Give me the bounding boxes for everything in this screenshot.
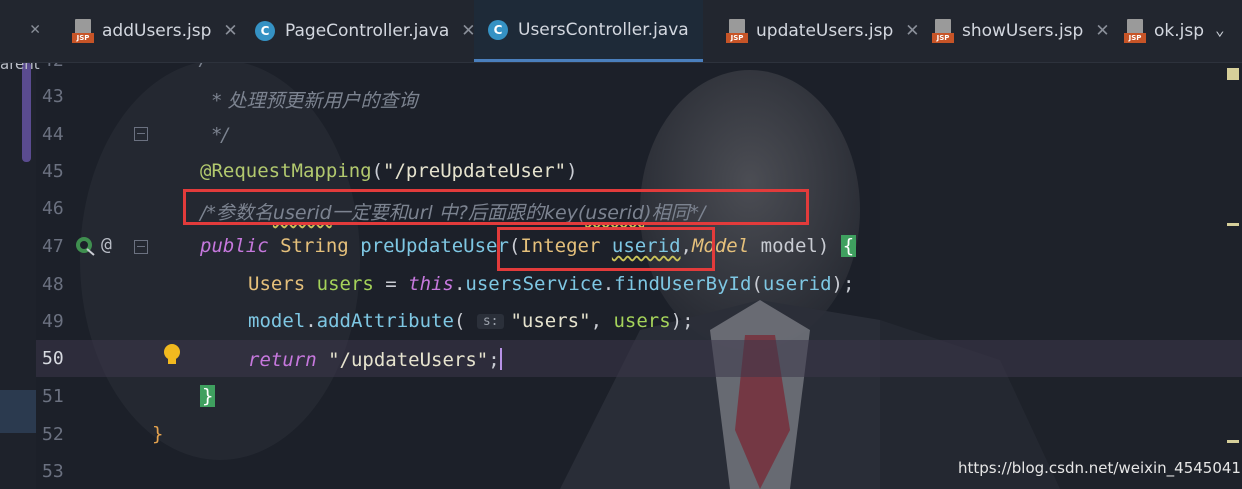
line-number: 53 (42, 461, 64, 482)
method-call: findUserById (614, 273, 752, 295)
code-line-43[interactable]: * 处理预更新用户的查询 (212, 86, 418, 113)
line-number: 49 (42, 311, 64, 332)
line-number: 46 (42, 198, 64, 219)
highlight-box-comment (183, 189, 809, 225)
fold-toggle-icon[interactable] (134, 127, 148, 141)
close-icon[interactable]: ✕ (1095, 21, 1109, 41)
line-number: 51 (42, 386, 64, 407)
tab-label: updateUsers.jsp (756, 21, 894, 41)
close-icon[interactable]: ✕ (905, 21, 919, 41)
string-literal: "/preUpdateUser" (383, 160, 567, 182)
project-selected-row[interactable] (0, 390, 36, 433)
keyword: return (248, 349, 317, 371)
code-line-50[interactable]: return "/updateUsers"; (248, 348, 502, 371)
field-name: usersService (465, 273, 603, 295)
tab-label: UsersController.java (518, 19, 689, 40)
watermark-text: https://blog.csdn.net/weixin_45450412 (958, 459, 1242, 477)
java-class-icon: C (255, 21, 275, 41)
line-number: 48 (42, 274, 64, 295)
keyword: public (200, 235, 269, 257)
text-cursor (499, 348, 502, 370)
keyword: this (408, 273, 454, 295)
doc-comment: */ (212, 124, 228, 146)
tab-updateusers-jsp[interactable]: JSP updateUsers.jsp ✕ (726, 0, 920, 62)
chevron-down-icon[interactable]: ⌄ (1215, 20, 1225, 39)
tab-pagecontroller-java[interactable]: C PageController.java ✕ (255, 0, 476, 62)
line-number: 44 (42, 124, 64, 145)
code-line-45[interactable]: @RequestMapping("/preUpdateUser") (200, 160, 578, 182)
jsp-file-icon: JSP (1124, 19, 1146, 43)
variable-name: users (316, 273, 374, 295)
tab-ok-jsp[interactable]: JSP ok.jsp (1124, 0, 1204, 62)
close-icon[interactable]: ✕ (30, 19, 40, 39)
tab-label: ok.jsp (1154, 21, 1205, 41)
tab-addusers-jsp[interactable]: JSP addUsers.jsp ✕ (72, 0, 238, 62)
argument: userid (762, 273, 832, 295)
code-line-44[interactable]: */ (212, 124, 228, 146)
current-line-highlight (36, 340, 1242, 377)
jsp-file-icon: JSP (726, 19, 748, 43)
method-call: addAttribute (316, 310, 454, 332)
line-number: 52 (42, 424, 64, 445)
method-name: preUpdateUser (360, 235, 509, 257)
line-number: 47 (42, 236, 64, 257)
annotation: @RequestMapping (200, 160, 372, 182)
matched-brace: } (200, 385, 216, 407)
tab-label: showUsers.jsp (962, 21, 1084, 41)
jsp-file-icon: JSP (932, 19, 954, 43)
implementing-method-icon[interactable] (74, 235, 96, 257)
fold-toggle-icon[interactable] (134, 240, 148, 254)
scroll-marker[interactable] (1227, 223, 1239, 226)
close-icon[interactable]: ✕ (223, 21, 237, 41)
type-name: String (280, 235, 349, 257)
string-literal: "/updateUsers" (328, 349, 489, 371)
highlight-box-parameter (497, 227, 715, 271)
tab-showusers-jsp[interactable]: JSP showUsers.jsp ✕ (932, 0, 1110, 62)
jsp-file-icon: JSP (72, 19, 94, 43)
annotation-marker-icon[interactable]: @ (101, 234, 112, 255)
variable-name: users (613, 310, 671, 332)
scroll-marker[interactable] (1227, 440, 1239, 443)
line-number-current: 50 (42, 348, 64, 369)
editor-tab-bar: ✕ JSP addUsers.jsp ✕ C PageController.ja… (0, 0, 1242, 63)
code-line-51[interactable]: } (200, 385, 216, 407)
string-literal: "users" (510, 310, 591, 332)
tab-userscontroller-java[interactable]: C UsersController.java (474, 0, 703, 62)
closing-brace: } (152, 423, 164, 445)
line-number: 43 (42, 86, 64, 107)
doc-comment: * 处理预更新用户的查询 (212, 90, 418, 112)
java-class-icon: C (488, 19, 508, 40)
code-line-49[interactable]: model.addAttribute( s: "users", users); (248, 310, 694, 332)
matched-brace: { (840, 235, 857, 257)
scroll-marker[interactable] (1227, 68, 1239, 80)
tab-label: addUsers.jsp (102, 21, 212, 41)
tab-label: PageController.java (285, 21, 450, 41)
code-line-52[interactable]: } (152, 423, 163, 445)
code-line-48[interactable]: Users users = this.usersService.findUser… (248, 273, 854, 295)
project-scrollbar[interactable] (22, 62, 31, 162)
line-number: 45 (42, 161, 64, 182)
lightbulb-icon[interactable] (162, 343, 182, 367)
parameter-name: model (760, 235, 818, 257)
type-name: Users (248, 273, 306, 295)
parameter-hint: s: (476, 314, 505, 329)
variable-name: model (248, 310, 306, 332)
